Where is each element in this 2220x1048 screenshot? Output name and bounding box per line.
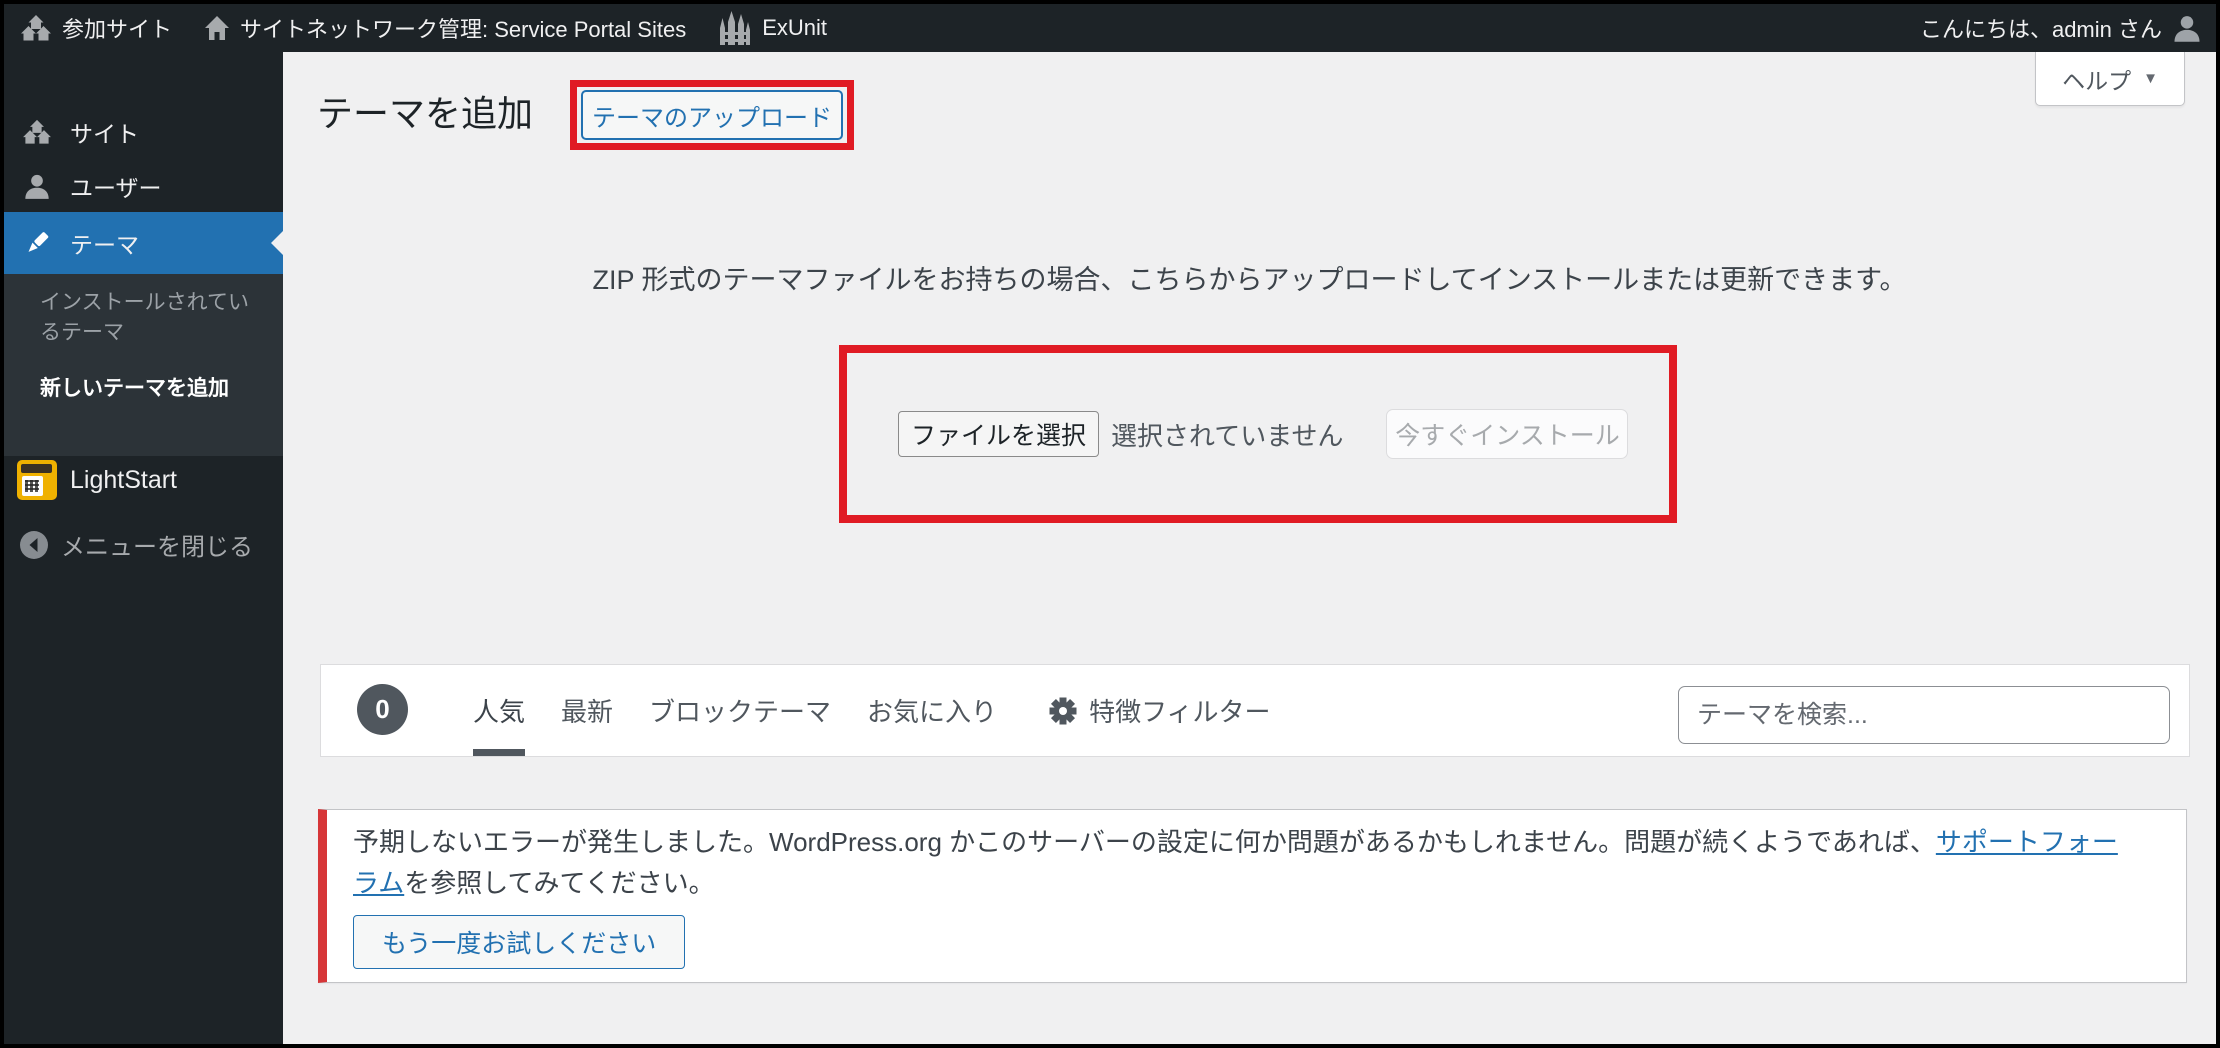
- sidebar-item-themes[interactable]: テーマ: [4, 212, 283, 274]
- sidebar-item-lightstart[interactable]: LightStart: [70, 460, 177, 500]
- help-label: ヘルプ: [2062, 62, 2131, 96]
- home-icon: [204, 15, 230, 41]
- screenshot-frame: 参加サイト サイトネットワーク管理: Service Portal Sites: [4, 4, 2216, 1044]
- feature-filter-button[interactable]: 特徴フィルター: [1048, 692, 1270, 729]
- themes-submenu: インストールされているテーマ 新しいテーマを追加: [4, 274, 283, 456]
- collapse-icon: [19, 530, 49, 560]
- admin-bar-network-admin[interactable]: サイトネットワーク管理: Service Portal Sites: [204, 12, 686, 44]
- feature-filter-label: 特徴フィルター: [1089, 692, 1270, 729]
- sidebar-item-users[interactable]: ユーザー: [4, 162, 283, 210]
- lightstart-icon-card: [22, 476, 43, 496]
- lightstart-icon-banner: [21, 464, 52, 473]
- submenu-installed-themes[interactable]: インストールされているテーマ: [40, 288, 265, 348]
- tab-popular[interactable]: 人気: [473, 665, 525, 756]
- error-notice: 予期しないエラーが発生しました。WordPress.org かこのサーバーの設定…: [318, 809, 2187, 983]
- error-message: 予期しないエラーが発生しました。WordPress.org かこのサーバーの設定…: [353, 822, 2143, 904]
- filter-tabs: 人気 最新 ブロックテーマ お気に入り: [473, 665, 1271, 756]
- upload-theme-button[interactable]: テーマのアップロード: [581, 90, 843, 140]
- admin-sidebar: サイト ユーザー テーマ: [4, 52, 283, 1044]
- themes-label: テーマ: [70, 226, 139, 260]
- tab-latest[interactable]: 最新: [561, 665, 613, 756]
- network-admin-label: サイトネットワーク管理: Service Portal Sites: [240, 12, 686, 44]
- upload-description: ZIP 形式のテーマファイルをお持ちの場合、こちらからアップロードしてインストー…: [283, 258, 2216, 297]
- greeting-label: こんにちは、admin さん: [1920, 12, 2162, 44]
- try-again-button[interactable]: もう一度お試しください: [353, 915, 685, 969]
- theme-count-badge: 0: [357, 684, 408, 735]
- gear-icon: [1048, 696, 1078, 726]
- no-file-selected-text: 選択されていません: [1111, 416, 1343, 453]
- active-menu-arrow: [271, 231, 283, 255]
- lightstart-plugin-icon[interactable]: [17, 460, 57, 500]
- lightstart-icon-grid: [25, 480, 39, 492]
- user-avatar-icon: [2172, 13, 2202, 43]
- theme-filter-bar: 0 人気 最新 ブロックテーマ お気に入り: [320, 664, 2190, 757]
- multisite-houses-icon: [21, 119, 53, 145]
- collapse-menu-label: メニューを閉じる: [61, 527, 253, 562]
- sites-label: サイト: [70, 115, 139, 149]
- my-sites-label: 参加サイト: [62, 12, 172, 44]
- annotation-box-upload-form: ファイルを選択 選択されていません 今すぐインストール: [839, 345, 1677, 523]
- error-message-tail: を参照してみてください。: [404, 868, 714, 898]
- install-now-button[interactable]: 今すぐインストール: [1386, 409, 1628, 459]
- tab-favorites[interactable]: お気に入り: [867, 665, 997, 756]
- main-content: ヘルプ ▼ テーマを追加 テーマのアップロード ZIP 形式のテーマファイルをお…: [283, 52, 2216, 1044]
- annotation-box-upload-button: テーマのアップロード: [570, 80, 854, 150]
- sidebar-collapse-menu[interactable]: メニューを閉じる: [19, 527, 253, 562]
- admin-bar-account[interactable]: こんにちは、admin さん: [1920, 12, 2202, 44]
- page-title: テーマを追加: [317, 88, 533, 140]
- choose-file-button[interactable]: ファイルを選択: [898, 411, 1099, 457]
- search-themes-input[interactable]: [1678, 686, 2170, 744]
- submenu-add-new-theme[interactable]: 新しいテーマを追加: [40, 374, 265, 404]
- users-label: ユーザー: [70, 169, 162, 203]
- admin-bar-exunit[interactable]: ExUnit: [718, 10, 827, 46]
- error-message-text: 予期しないエラーが発生しました。WordPress.org かこのサーバーの設定…: [353, 827, 1936, 857]
- paintbrush-icon: [21, 229, 53, 257]
- help-dropdown-button[interactable]: ヘルプ ▼: [2035, 52, 2185, 106]
- sidebar-item-sites[interactable]: サイト: [4, 108, 283, 156]
- exunit-label: ExUnit: [762, 15, 827, 41]
- tab-block-themes[interactable]: ブロックテーマ: [649, 665, 831, 756]
- user-icon: [21, 172, 53, 200]
- admin-bar: 参加サイト サイトネットワーク管理: Service Portal Sites: [4, 4, 2216, 52]
- multisite-houses-icon: [20, 14, 52, 42]
- chevron-down-icon: ▼: [2143, 70, 2158, 87]
- admin-bar-my-sites[interactable]: 参加サイト: [20, 12, 172, 44]
- exunit-cathedral-icon: [718, 10, 752, 46]
